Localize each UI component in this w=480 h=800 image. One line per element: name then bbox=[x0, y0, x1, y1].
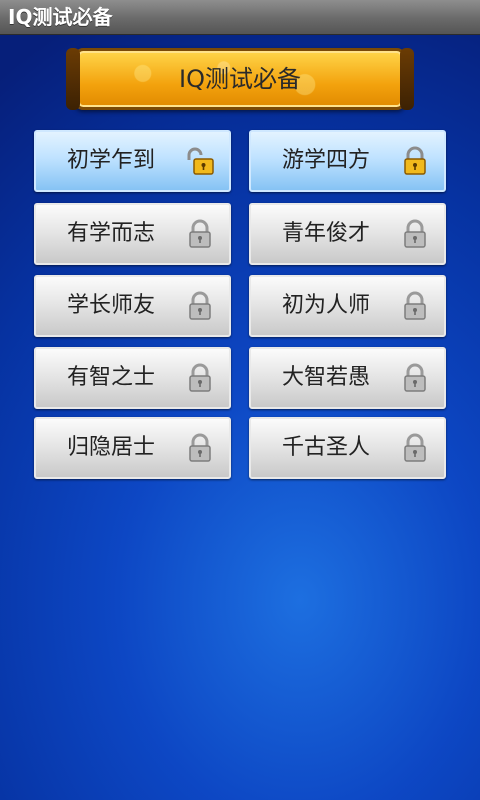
locked-padlock-icon bbox=[404, 291, 426, 320]
level-button-2[interactable]: 游学四方 bbox=[249, 130, 446, 192]
banner-right-cap bbox=[400, 48, 414, 110]
level-button-5[interactable]: 学长师友 bbox=[34, 275, 231, 337]
locked-padlock-icon bbox=[189, 433, 211, 462]
locked-padlock-icon bbox=[189, 219, 211, 248]
level-button-9[interactable]: 归隐居士 bbox=[34, 417, 231, 479]
level-label: 归隐居士 bbox=[66, 435, 155, 460]
padlock-icon bbox=[404, 146, 426, 175]
level-button-3[interactable]: 有学而志 bbox=[34, 203, 231, 265]
title-banner: IQ测试必备 bbox=[66, 48, 414, 110]
unlocked-padlock-icon bbox=[187, 147, 214, 175]
window-title: IQ测试必备 bbox=[8, 5, 113, 29]
locked-padlock-icon bbox=[404, 219, 426, 248]
banner-title: IQ测试必备 bbox=[179, 65, 301, 93]
level-button-10[interactable]: 千古圣人 bbox=[249, 417, 446, 479]
level-button-6[interactable]: 初为人师 bbox=[249, 275, 446, 337]
level-button-8[interactable]: 大智若愚 bbox=[249, 347, 446, 409]
level-button-7[interactable]: 有智之士 bbox=[34, 347, 231, 409]
locked-padlock-icon bbox=[404, 433, 426, 462]
locked-padlock-icon bbox=[189, 363, 211, 392]
level-label: 游学四方 bbox=[281, 148, 370, 173]
level-button-1[interactable]: 初学乍到 bbox=[34, 130, 231, 192]
level-label: 初学乍到 bbox=[66, 148, 155, 173]
locked-padlock-icon bbox=[189, 291, 211, 320]
level-label: 有智之士 bbox=[66, 365, 155, 390]
level-label: 大智若愚 bbox=[281, 365, 370, 390]
locked-padlock-icon bbox=[404, 363, 426, 392]
level-label: 青年俊才 bbox=[281, 221, 370, 246]
level-label: 学长师友 bbox=[66, 293, 155, 318]
level-button-4[interactable]: 青年俊才 bbox=[249, 203, 446, 265]
level-label: 有学而志 bbox=[66, 221, 155, 246]
level-label: 初为人师 bbox=[281, 293, 370, 318]
window-title-bar: IQ测试必备 bbox=[0, 0, 480, 35]
level-label: 千古圣人 bbox=[281, 435, 370, 460]
